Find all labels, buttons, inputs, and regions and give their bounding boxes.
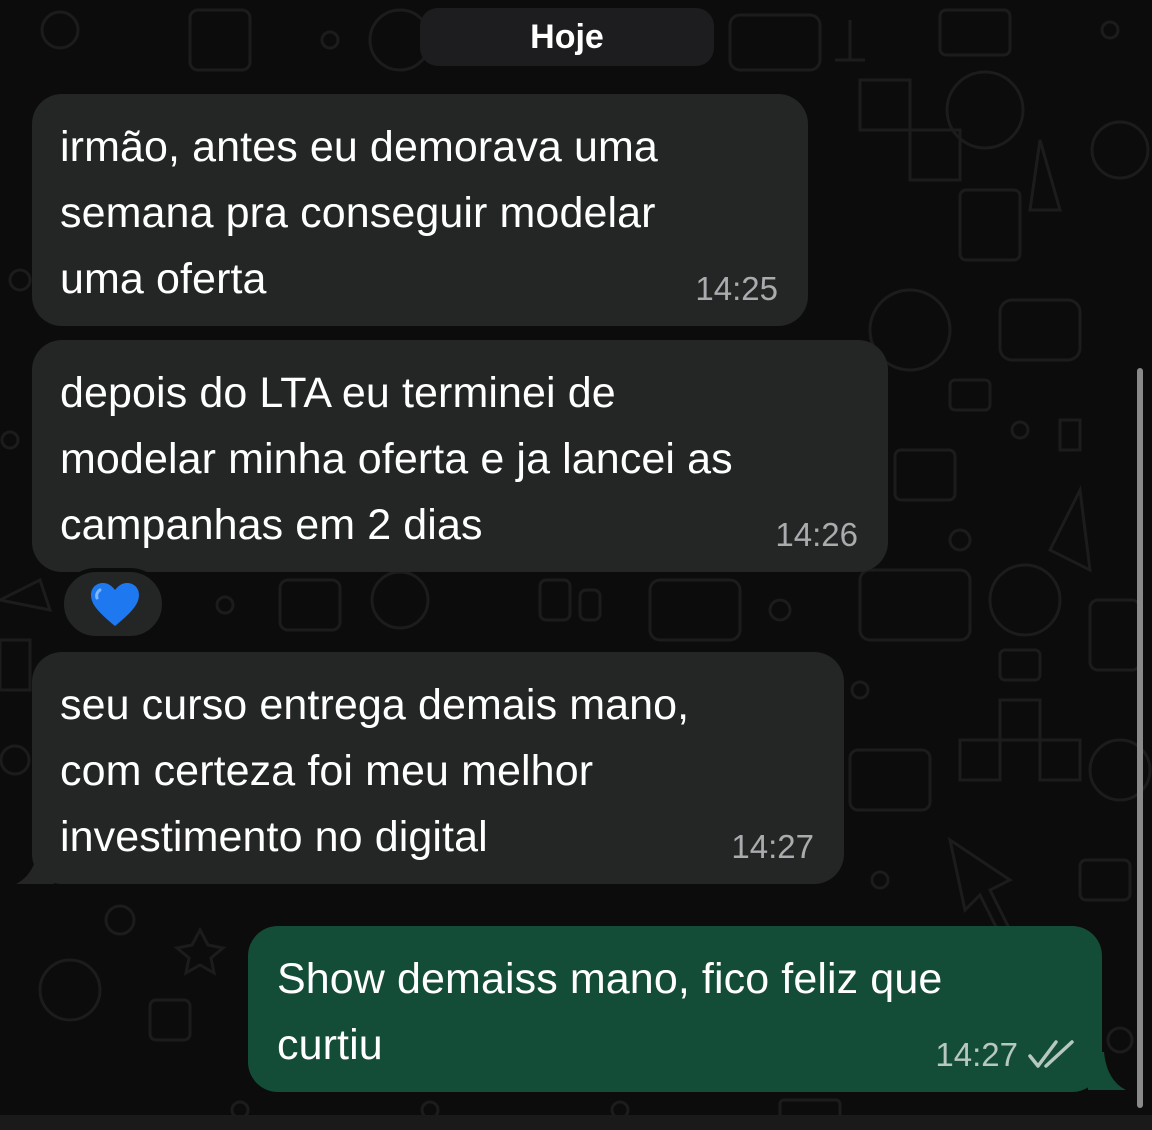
incoming-bubble-tail [16, 848, 54, 884]
date-separator: Hoje [420, 8, 714, 66]
message-timestamp: 14:27 [935, 1036, 1018, 1073]
incoming-message-bubble[interactable]: irmão, antes eu demorava uma semana pra … [32, 94, 808, 326]
message-timestamp: 14:27 [731, 828, 814, 865]
outgoing-bubble-tail [1088, 1052, 1126, 1090]
message-timestamp: 14:25 [695, 270, 778, 307]
double-check-read-icon [1028, 1040, 1074, 1068]
message-text: Show demaiss mano, fico feliz que curtiu [277, 955, 943, 1069]
message-timestamp: 14:26 [775, 516, 858, 553]
scrollbar[interactable] [1137, 368, 1143, 1108]
blue-heart-icon [91, 583, 139, 626]
message-text: irmão, antes eu demorava uma semana pra … [60, 123, 658, 303]
outgoing-message-bubble[interactable]: Show demaiss mano, fico feliz que curtiu… [248, 926, 1102, 1092]
bottom-edge [0, 1115, 1152, 1130]
message-reaction[interactable] [60, 568, 166, 640]
incoming-message-bubble[interactable]: seu curso entrega demais mano, com certe… [32, 652, 844, 884]
chat-conversation: Hoje irmão, antes eu demorava uma semana… [0, 0, 1152, 1130]
incoming-message-bubble[interactable]: depois do LTA eu terminei de modelar min… [32, 340, 888, 572]
message-text: depois do LTA eu terminei de modelar min… [60, 369, 733, 549]
message-text: seu curso entrega demais mano, com certe… [60, 681, 690, 861]
